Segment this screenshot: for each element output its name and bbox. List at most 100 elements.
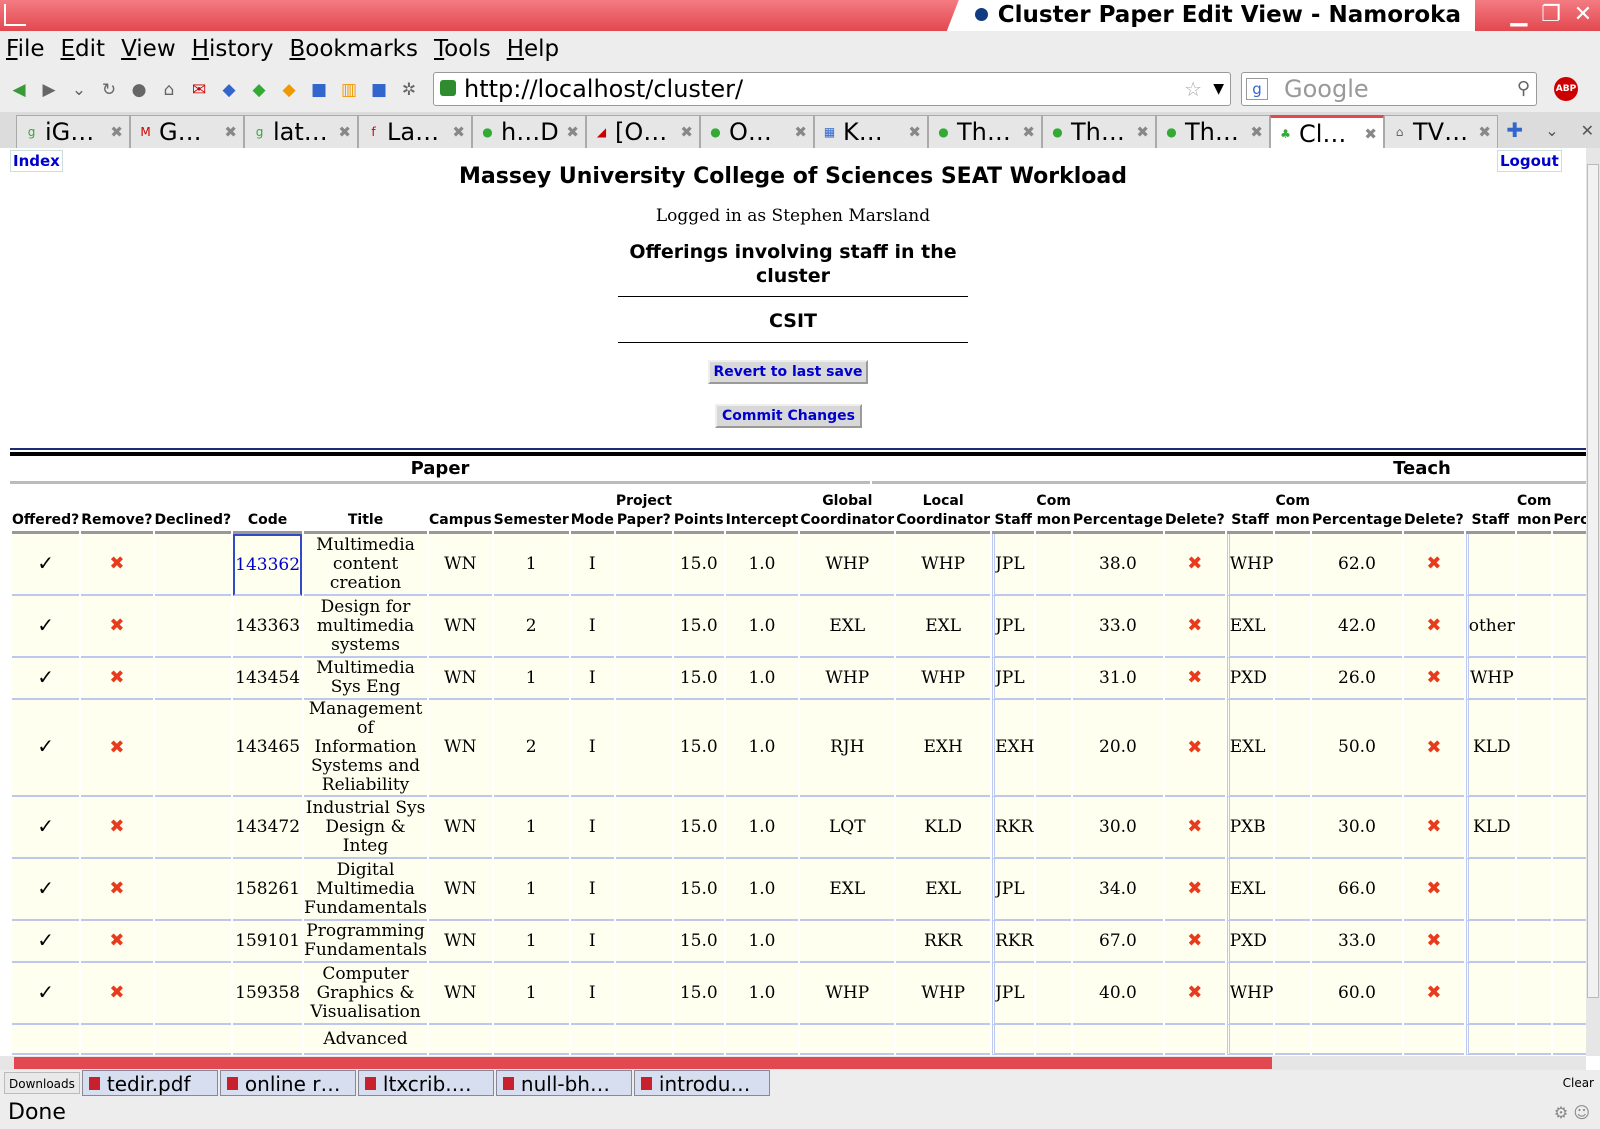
revert-button[interactable]: Revert to last save	[708, 360, 868, 384]
maximize-button[interactable]: ❐	[1538, 3, 1564, 27]
offered-check[interactable]: ✓	[12, 596, 80, 658]
scroll-thumb[interactable]	[1587, 164, 1599, 998]
delete-icon[interactable]: ✖	[1164, 859, 1225, 921]
close-icon[interactable]: ✕	[1581, 121, 1594, 140]
close-tab-icon[interactable]: ✖	[680, 116, 693, 148]
menu-history[interactable]: History	[192, 36, 274, 62]
gear-icon[interactable]: ✲	[398, 79, 420, 101]
remove-icon[interactable]	[81, 1025, 153, 1055]
vertical-scrollbar[interactable]	[1586, 148, 1600, 1056]
google-icon[interactable]: ◆	[248, 79, 270, 101]
offered-check[interactable]: ✓	[12, 963, 80, 1025]
delete-icon[interactable]: ✖	[1164, 963, 1225, 1025]
offered-check[interactable]: ✓	[12, 658, 80, 700]
menu-help[interactable]: Help	[507, 36, 559, 62]
close-tab-icon[interactable]: ✖	[452, 116, 465, 148]
close-tab-icon[interactable]: ✖	[338, 116, 351, 148]
menu-view[interactable]: View	[121, 36, 176, 62]
offered-check[interactable]: ✓	[12, 700, 80, 797]
menu-file[interactable]: File	[6, 36, 45, 62]
remove-icon[interactable]: ✖	[81, 859, 153, 921]
close-tab-icon[interactable]: ✖	[110, 116, 123, 148]
tab[interactable]: ● Th… ✖	[1156, 115, 1270, 148]
tab[interactable]: ● Th… ✖	[928, 115, 1042, 148]
delete-icon[interactable]: ✖	[1404, 700, 1464, 797]
close-tab-icon[interactable]: ✖	[794, 116, 807, 148]
code-cell[interactable]: 143465	[233, 700, 303, 797]
bookmark-icon[interactable]: ◆	[218, 79, 240, 101]
star-icon[interactable]: ☆	[1184, 73, 1202, 105]
tab[interactable]: M G… ✖	[130, 115, 244, 148]
delete-icon[interactable]: ✖	[1404, 534, 1464, 596]
url-bar[interactable]: http://localhost/cluster/ ☆ ▼	[433, 72, 1231, 106]
delete-icon[interactable]: ✖	[1404, 596, 1464, 658]
tab[interactable]: ◢ [O… ✖	[586, 115, 700, 148]
delete-icon[interactable]: ✖	[1164, 921, 1225, 963]
close-tab-icon[interactable]: ✖	[908, 116, 921, 148]
search-icon[interactable]: ⚲	[1517, 73, 1530, 105]
reload-icon[interactable]: ↻	[98, 79, 120, 101]
minimize-button[interactable]: ▁	[1506, 3, 1532, 27]
offered-check[interactable]: ✓	[12, 534, 80, 596]
code-cell[interactable]: 158261	[233, 859, 303, 921]
delete-icon[interactable]	[1404, 1025, 1464, 1055]
new-tab-icon[interactable]: ✚	[1506, 118, 1523, 142]
back-icon[interactable]: ◀	[8, 79, 30, 101]
delete-icon[interactable]: ✖	[1164, 534, 1225, 596]
code-cell[interactable]: 143454	[233, 658, 303, 700]
tab[interactable]: ● h…D ✖	[472, 115, 586, 148]
tab-active[interactable]: ♣ Cl… ✖	[1270, 115, 1384, 148]
tab[interactable]: ▦ K… ✖	[814, 115, 928, 148]
tab[interactable]: ● Th… ✖	[1042, 115, 1156, 148]
close-tab-icon[interactable]: ✖	[1364, 118, 1377, 148]
delete-icon[interactable]: ✖	[1164, 700, 1225, 797]
adblock-icon[interactable]: ABP	[1554, 77, 1578, 101]
tab[interactable]: g lat… ✖	[244, 115, 358, 148]
menu-tools[interactable]: Tools	[434, 36, 491, 62]
commit-button[interactable]: Commit Changes	[715, 404, 862, 428]
app-menu-icon[interactable]	[4, 4, 26, 26]
delete-icon[interactable]: ✖	[1164, 658, 1225, 700]
forward-icon[interactable]: ▶	[38, 79, 60, 101]
remove-icon[interactable]: ✖	[81, 797, 153, 859]
bookmark-icon[interactable]: ■	[368, 79, 390, 101]
bookmark-icon[interactable]: ▥	[338, 79, 360, 101]
code-cell[interactable]: 159101	[233, 921, 303, 963]
remove-icon[interactable]: ✖	[81, 534, 153, 596]
horizontal-scrollbar[interactable]	[0, 1056, 1586, 1070]
stop-icon[interactable]: ●	[128, 79, 150, 101]
remove-icon[interactable]: ✖	[81, 596, 153, 658]
scroll-thumb[interactable]	[14, 1057, 1272, 1069]
offered-check[interactable]	[12, 1025, 80, 1055]
close-tab-icon[interactable]: ✖	[1136, 116, 1149, 148]
gmail-icon[interactable]: ✉	[188, 79, 210, 101]
chevron-down-icon[interactable]: ▼	[1213, 73, 1224, 105]
code-cell[interactable]	[233, 1025, 303, 1055]
offered-check[interactable]: ✓	[12, 921, 80, 963]
tab[interactable]: f La… ✖	[358, 115, 472, 148]
close-button[interactable]: ✕	[1570, 3, 1596, 27]
delete-icon[interactable]: ✖	[1404, 859, 1464, 921]
remove-icon[interactable]: ✖	[81, 963, 153, 1025]
remove-icon[interactable]: ✖	[81, 658, 153, 700]
remove-icon[interactable]: ✖	[81, 700, 153, 797]
offered-check[interactable]: ✓	[12, 797, 80, 859]
download-item[interactable]: online r…	[219, 1070, 356, 1096]
history-dropdown-icon[interactable]: ⌄	[68, 79, 90, 101]
close-tab-icon[interactable]: ✖	[1022, 116, 1035, 148]
delete-icon[interactable]	[1164, 1025, 1225, 1055]
tab[interactable]: ● O… ✖	[700, 115, 814, 148]
delete-icon[interactable]: ✖	[1404, 963, 1464, 1025]
tab[interactable]: ⌂ TV… ✖	[1384, 115, 1498, 148]
offered-check[interactable]: ✓	[12, 859, 80, 921]
calendar-icon[interactable]: ■	[308, 79, 330, 101]
google-icon[interactable]: g	[1246, 78, 1268, 100]
clear-downloads-button[interactable]: Clear	[1563, 1076, 1594, 1090]
search-input[interactable]: g Google ⚲	[1241, 72, 1537, 106]
download-item[interactable]: introdu…	[633, 1070, 770, 1096]
close-tab-icon[interactable]: ✖	[566, 116, 579, 148]
delete-icon[interactable]: ✖	[1404, 658, 1464, 700]
delete-icon[interactable]: ✖	[1404, 797, 1464, 859]
code-cell[interactable]: 159358	[233, 963, 303, 1025]
delete-icon[interactable]: ✖	[1164, 797, 1225, 859]
